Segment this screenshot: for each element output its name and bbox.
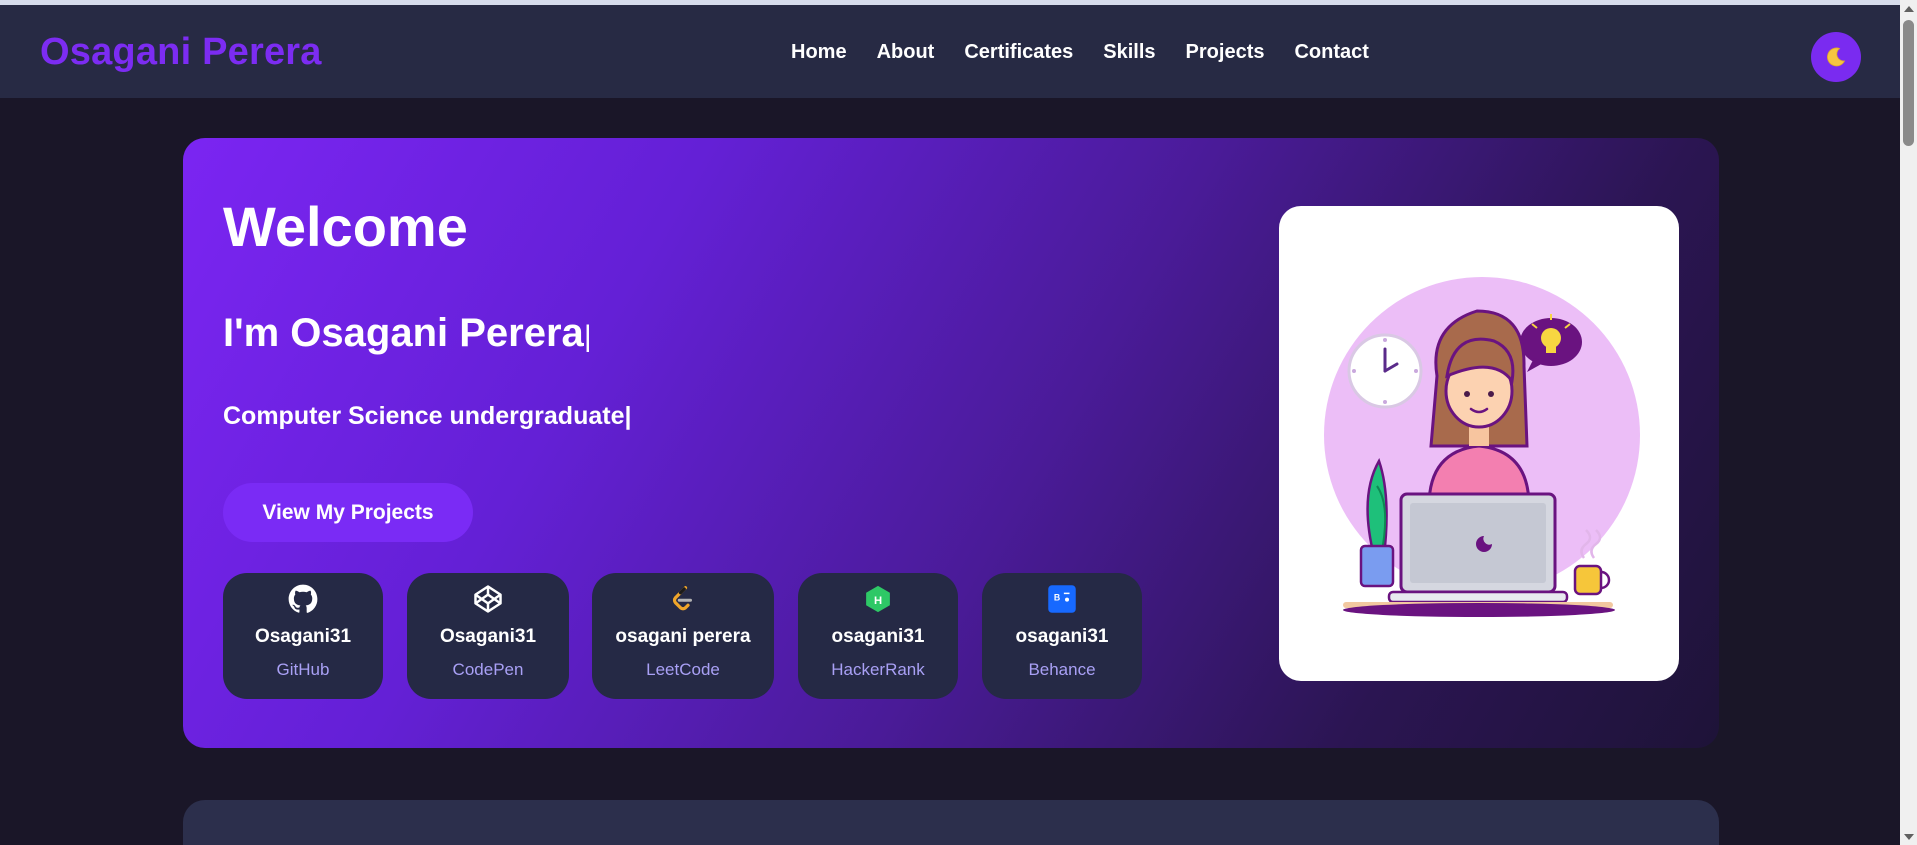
nav-item-about[interactable]: About — [877, 41, 935, 64]
clock-icon — [1347, 333, 1423, 409]
intro-heading: I'm Osagani Perera| — [223, 311, 592, 356]
nav-item-projects[interactable]: Projects — [1186, 41, 1265, 64]
hackerrank-icon: H — [863, 584, 893, 614]
profile-username: osagani31 — [831, 626, 925, 647]
profile-card-hackerrank[interactable]: H osagani31 HackerRank — [798, 573, 958, 699]
typing-cursor: | — [583, 320, 592, 353]
profile-username: Osagani31 — [439, 626, 537, 647]
profile-site: HackerRank — [831, 660, 925, 679]
profile-site: Behance — [1028, 660, 1096, 679]
navbar: Osagani Perera Home About Certificates S… — [0, 5, 1900, 98]
profile-site: CodePen — [452, 660, 524, 679]
profile-card-behance[interactable]: B osagani31 Behance — [982, 573, 1142, 699]
hero-section: Welcome I'm Osagani Perera| Computer Sci… — [183, 138, 1719, 748]
theme-toggle-button[interactable] — [1811, 32, 1861, 82]
hero-illustration-card — [1279, 206, 1679, 681]
profile-card-leetcode[interactable]: osagani perera LeetCode — [592, 573, 774, 699]
moon-icon — [1827, 47, 1846, 67]
profile-card-codepen[interactable]: Osagani31 CodePen — [407, 573, 569, 699]
laptop-icon — [1387, 492, 1569, 604]
nav-links: Home About Certificates Skills Projects … — [791, 41, 1399, 64]
profile-username: osagani31 — [1015, 626, 1109, 647]
profile-username: osagani perera — [615, 626, 751, 647]
profile-site: LeetCode — [646, 660, 720, 679]
profile-card-github[interactable]: Osagani31 GitHub — [223, 573, 383, 699]
nav-item-skills[interactable]: Skills — [1103, 41, 1155, 64]
subtitle-text: Computer Science undergraduate — [223, 402, 625, 430]
leetcode-icon — [668, 584, 698, 614]
welcome-heading: Welcome — [223, 195, 468, 258]
svg-text:H: H — [874, 595, 882, 607]
profile-site: GitHub — [276, 660, 330, 679]
scroll-down-arrow-icon[interactable] — [1904, 834, 1914, 840]
girl-at-laptop-illustration — [1324, 277, 1640, 617]
nav-item-certificates[interactable]: Certificates — [964, 41, 1073, 64]
scrollbar-thumb[interactable] — [1903, 20, 1914, 146]
behance-icon: B — [1047, 584, 1077, 614]
view-projects-button[interactable]: View My Projects — [223, 483, 473, 542]
nav-item-home[interactable]: Home — [791, 41, 847, 64]
typing-cursor-subtitle: | — [624, 402, 632, 430]
intro-text: I'm Osagani Perera — [223, 311, 584, 355]
codepen-icon — [473, 584, 503, 614]
github-icon — [288, 584, 318, 614]
svg-text:B: B — [1054, 592, 1060, 602]
next-section-card — [183, 800, 1719, 845]
subtitle-line: Computer Science undergraduate| — [223, 402, 631, 431]
profile-username: Osagani31 — [254, 626, 352, 647]
scroll-up-arrow-icon[interactable] — [1904, 6, 1914, 12]
nav-item-contact[interactable]: Contact — [1294, 41, 1368, 64]
brand-logo[interactable]: Osagani Perera — [40, 31, 322, 74]
